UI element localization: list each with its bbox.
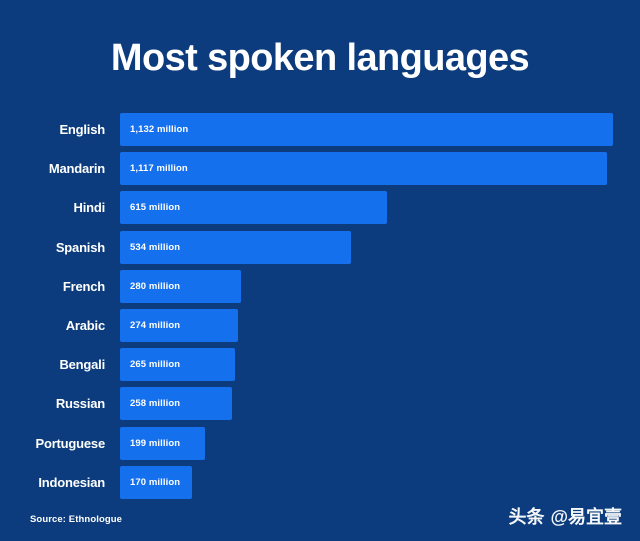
bar: 534 million [120,230,351,264]
bar: 1,117 million [120,152,607,186]
bar-category-label: Portuguese [35,435,105,451]
bar-row: English 1,132 million [0,113,640,152]
bar-value-label: 170 million [130,476,181,488]
bar-value-label: 274 million [130,319,181,331]
bar-category-label: Arabic [65,317,105,333]
bar-track: 199 million [120,426,640,460]
bar-category-label: Spanish [55,239,105,255]
bar-value-label: 258 million [130,398,181,410]
bar-value-label: 534 million [130,241,181,253]
bar-row: Mandarin 1,117 million [0,152,640,191]
bar-category-label: Russian [55,396,105,412]
bar-track: 170 million [120,465,640,499]
bar-category-label: English [59,122,105,137]
watermark-brand: 头条 [508,507,545,527]
watermark-handle: @易宜壹 [550,507,622,527]
bar-row: Portuguese 199 million [0,426,640,466]
watermark: 头条 @易宜壹 [508,503,622,529]
bar-row: Russian 258 million [0,387,640,426]
bar-track: 615 million [120,191,640,225]
bar-category-label: Indonesian [38,474,105,490]
bar-chart-plot-area: English 1,132 million Mandarin 1,117 millio… [0,113,640,505]
chart-title: Most spoken languages [110,37,530,79]
bar: 615 million [120,191,387,225]
bar-track: 280 million [120,269,640,303]
bar: 265 million [120,348,235,382]
bar-track: 1,117 million [120,152,640,186]
bar-category-label: Mandarin [48,161,105,177]
bar-row: Spanish 534 million [0,230,640,270]
bar: 170 million [120,465,192,499]
bar: 199 million [120,426,205,460]
bar-track: 1,132 million [120,113,640,146]
bar: 258 million [120,387,232,421]
chart-container: Most spoken languages English 1,132 milli… [0,0,640,541]
bar-value-label: 199 million [130,437,181,449]
bar-row: French 280 million [0,269,640,309]
bar-row: Arabic 274 million [0,308,640,348]
bar-category-label: Bengali [59,357,105,373]
bar-value-label: 280 million [130,280,181,292]
bar-category-label: Hindi [73,200,106,216]
bar-track: 534 million [120,230,640,264]
bar-track: 274 million [120,308,640,342]
bar-value-label: 615 million [130,202,181,214]
bar: 1,132 million [120,113,613,146]
bar-track: 258 million [120,387,640,421]
bar-category-label: French [62,278,105,294]
bar-value-label: 265 million [130,359,181,371]
bar-value-label: 1,117 million [130,163,188,175]
bar: 280 million [120,269,241,303]
source-note: Source: Ethnologue [30,514,123,525]
bar-row: Hindi 615 million [0,191,640,230]
bar-row: Indonesian 170 million [0,465,640,505]
bar-value-label: 1,132 million [130,124,189,135]
bar-track: 265 million [120,348,640,382]
bar-row: Bengali 265 million [0,348,640,387]
bar: 274 million [120,308,238,342]
